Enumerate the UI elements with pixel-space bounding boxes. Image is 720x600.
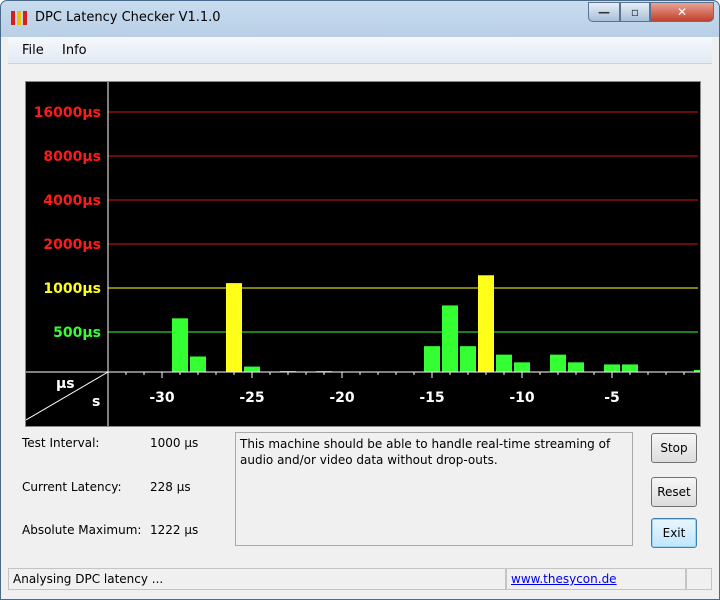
x-tick-label-5: -5 xyxy=(604,390,620,406)
latency-bar-20 xyxy=(478,275,494,372)
menu-bar: File Info xyxy=(8,37,712,64)
size-grip[interactable] xyxy=(686,568,712,590)
current-latency-value: 228 µs xyxy=(150,480,191,494)
website-link[interactable]: www.thesycon.de xyxy=(511,572,617,586)
y-tick-label-0: 16000µs xyxy=(34,105,101,121)
latency-bar-6 xyxy=(226,283,242,372)
x-tick-label-4: -10 xyxy=(509,390,535,406)
y-tick-label-4: 1000µs xyxy=(43,281,101,297)
x-axis-unit-label: s xyxy=(92,394,100,410)
menu-file[interactable]: File xyxy=(22,43,44,58)
y-tick-label-3: 2000µs xyxy=(43,237,101,253)
latency-bar-21 xyxy=(496,354,512,372)
close-button[interactable]: ✕ xyxy=(650,2,714,22)
test-interval-label: Test Interval: xyxy=(22,436,100,450)
title-bar[interactable]: DPC Latency Checker V1.1.0 — ▫ ✕ xyxy=(1,1,719,35)
latency-bar-18 xyxy=(442,305,458,372)
x-tick-label-2: -20 xyxy=(329,390,355,406)
x-tick-label-0: -30 xyxy=(149,390,175,406)
latency-bar-27 xyxy=(604,364,620,372)
latency-chart-svg: 16000µs 8000µs 4000µs 2000µs 1000µs 500µs -30 -… xyxy=(26,82,700,426)
app-icon xyxy=(11,11,27,25)
status-text: Analysing DPC latency ... xyxy=(8,568,506,590)
y-tick-label-2: 4000µs xyxy=(43,193,101,209)
y-tick-label-5: 500µs xyxy=(53,325,101,341)
menu-info[interactable]: Info xyxy=(62,43,87,58)
latency-bar-7 xyxy=(244,366,260,372)
status-link-pane: www.thesycon.de xyxy=(506,568,686,590)
app-window: DPC Latency Checker V1.1.0 — ▫ ✕ File In… xyxy=(0,0,720,600)
latency-chart: 16000µs 8000µs 4000µs 2000µs 1000µs 500µs -30 -… xyxy=(25,81,701,427)
status-message: This machine should be able to handle re… xyxy=(235,432,633,546)
latency-bar-24 xyxy=(550,354,566,372)
latency-bar-3 xyxy=(172,318,188,372)
y-tick-label-1: 8000µs xyxy=(43,149,101,165)
window-title: DPC Latency Checker V1.1.0 xyxy=(35,10,221,25)
latency-bar-25 xyxy=(568,362,584,372)
latency-bar-19 xyxy=(460,346,476,372)
y-axis-unit-label: µs xyxy=(56,376,75,392)
test-interval-value: 1000 µs xyxy=(150,436,199,450)
stop-button[interactable]: Stop xyxy=(651,433,697,463)
reset-button[interactable]: Reset xyxy=(651,477,697,507)
latency-bar-4 xyxy=(190,356,206,372)
status-bar: Analysing DPC latency ... www.thesycon.d… xyxy=(8,566,712,592)
absolute-maximum-value: 1222 µs xyxy=(150,523,199,537)
client-area: File Info 16000µs 8000µs 4000µs 2000µs 1000µ… xyxy=(8,37,712,592)
exit-button[interactable]: Exit xyxy=(651,518,697,548)
latency-bar-17 xyxy=(424,346,440,372)
maximize-button[interactable]: ▫ xyxy=(620,2,650,22)
absolute-maximum-label: Absolute Maximum: xyxy=(22,523,142,537)
x-tick-label-3: -15 xyxy=(419,390,444,406)
latency-bar-22 xyxy=(514,362,530,372)
x-tick-label-1: -25 xyxy=(239,390,264,406)
latency-bar-28 xyxy=(622,364,638,372)
current-latency-label: Current Latency: xyxy=(22,480,122,494)
minimize-button[interactable]: — xyxy=(588,2,620,22)
